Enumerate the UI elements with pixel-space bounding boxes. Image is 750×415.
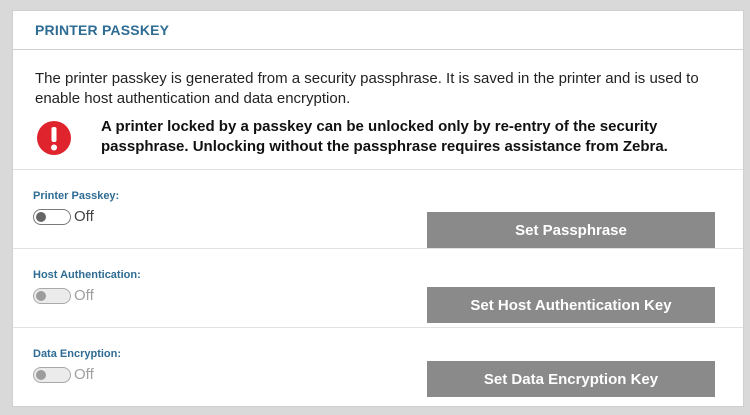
toggle-track (33, 287, 71, 304)
host-authentication-row: Host Authentication: Off Set Host Authen… (13, 248, 743, 323)
toggle-state-text: Off (74, 208, 94, 225)
toggle-track[interactable] (33, 208, 71, 225)
panel-title: PRINTER PASSKEY (35, 22, 170, 38)
printer-passkey-toggle[interactable]: Off (33, 208, 94, 225)
data-encryption-label: Data Encryption: (33, 348, 122, 360)
printer-passkey-label: Printer Passkey: (33, 190, 120, 202)
toggle-state-text: Off (74, 366, 94, 383)
toggle-knob (36, 369, 46, 380)
exclamation-icon (37, 121, 71, 155)
toggle-track (33, 366, 71, 383)
host-authentication-label: Host Authentication: (33, 269, 141, 281)
description-text: The printer passkey is generated from a … (35, 70, 699, 107)
host-authentication-toggle: Off (33, 287, 94, 304)
toggle-knob (36, 290, 46, 301)
set-passphrase-button[interactable]: Set Passphrase (427, 212, 715, 248)
warning-message: A printer locked by a passkey can be unl… (37, 117, 737, 177)
set-host-authentication-key-button[interactable]: Set Host Authentication Key (427, 287, 715, 323)
toggle-knob (36, 211, 46, 222)
toggle-state-text: Off (74, 287, 94, 304)
panel-header: PRINTER PASSKEY (13, 11, 743, 50)
printer-passkey-panel: PRINTER PASSKEY The printer passkey is g… (12, 10, 744, 407)
data-encryption-row: Data Encryption: Off Set Data Encryption… (13, 327, 743, 398)
warning-text: A printer locked by a passkey can be unl… (101, 118, 668, 155)
data-encryption-toggle: Off (33, 366, 94, 383)
printer-passkey-row: Printer Passkey: Off Set Passphrase (13, 169, 743, 248)
set-data-encryption-key-button[interactable]: Set Data Encryption Key (427, 361, 715, 397)
